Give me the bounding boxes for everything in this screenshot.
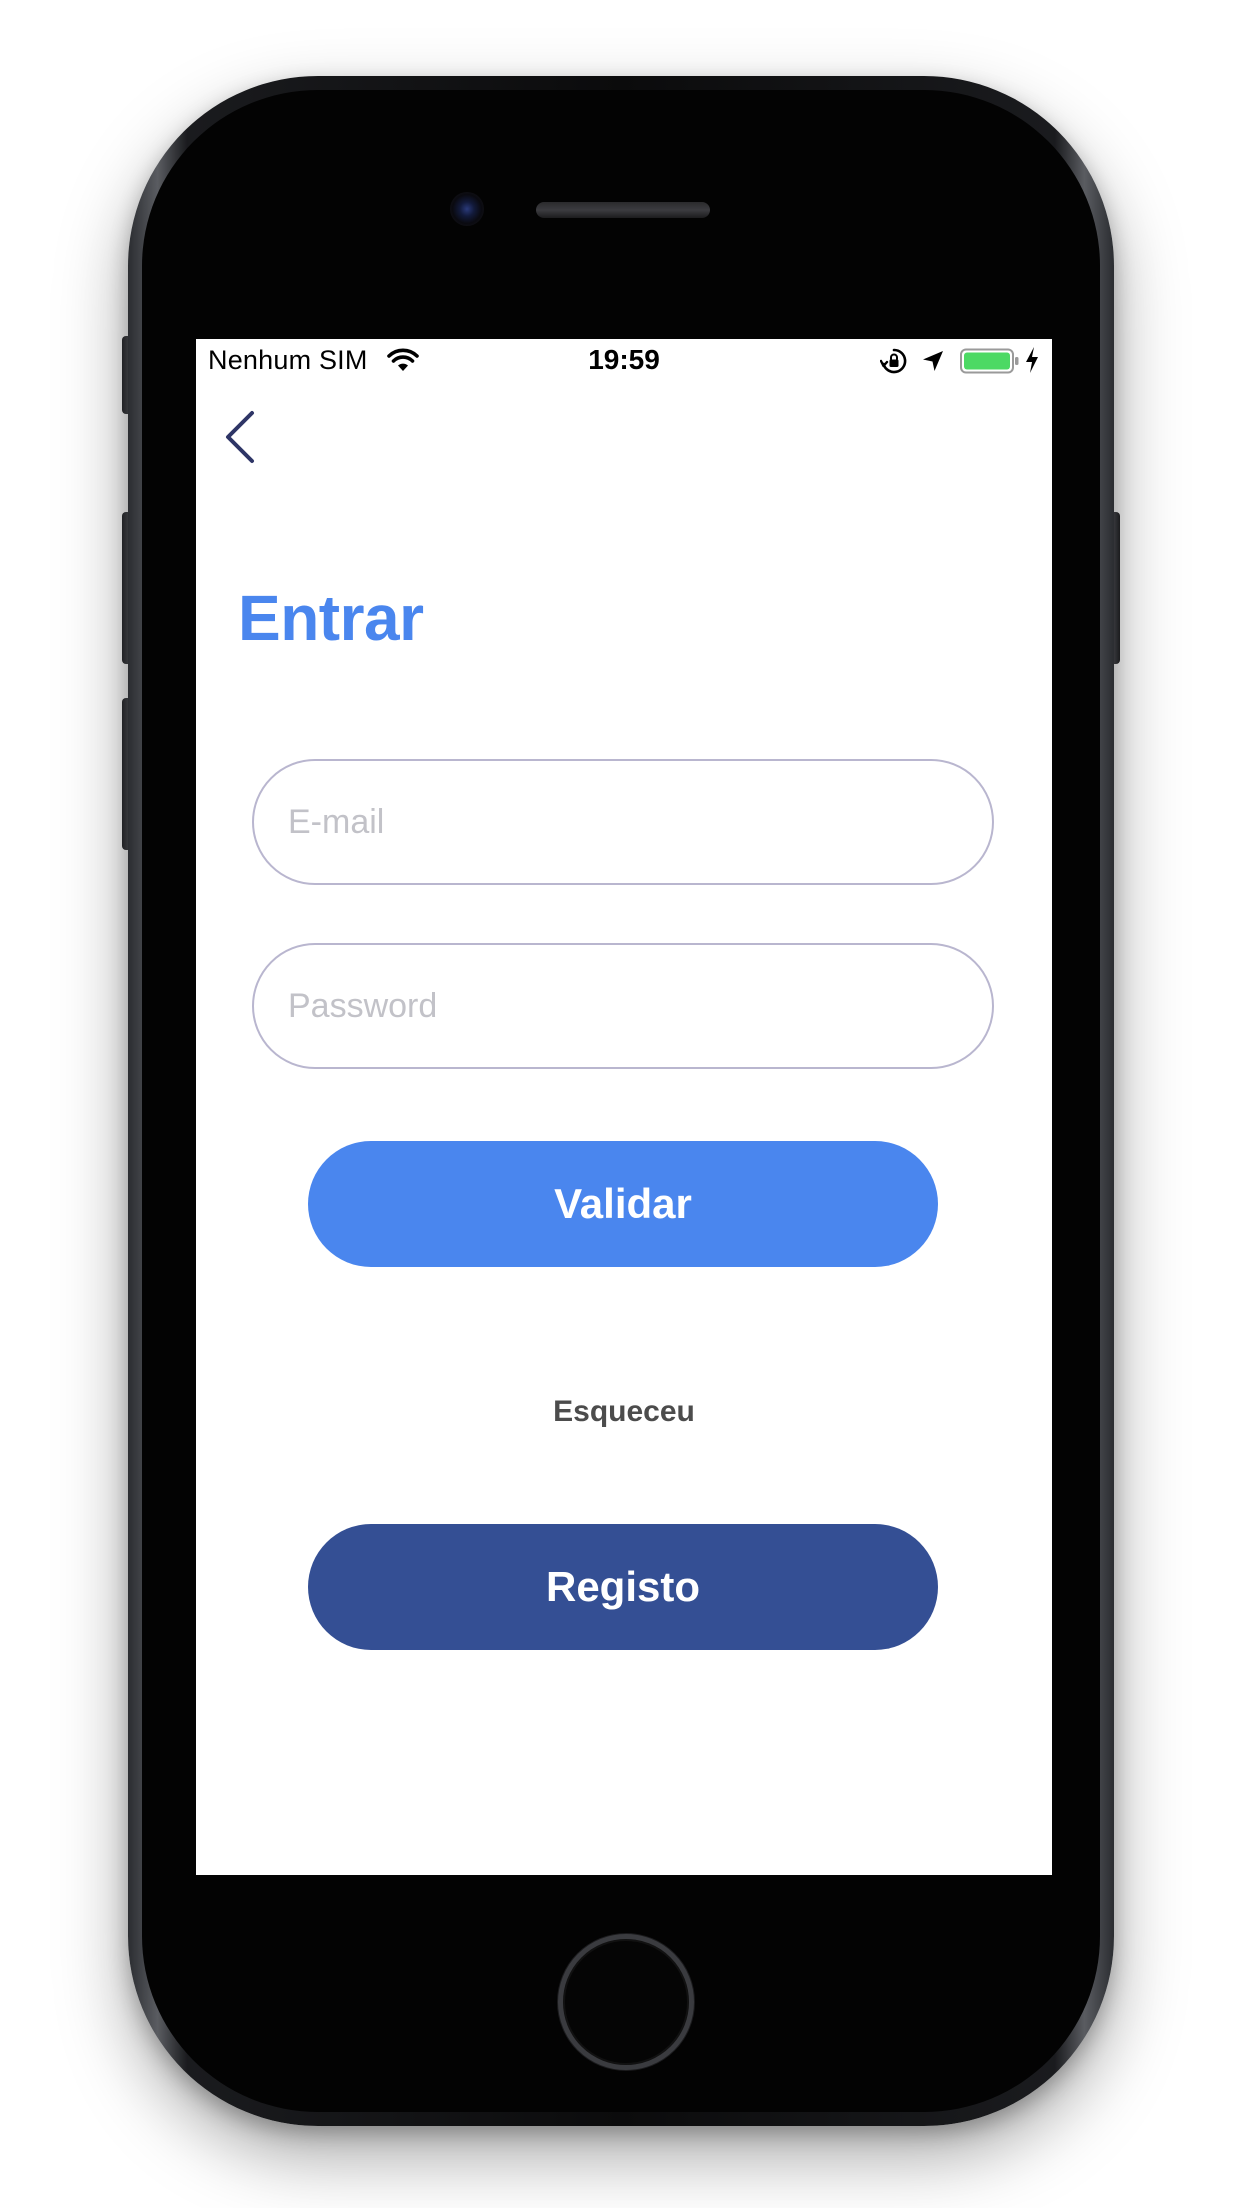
page-title: Entrar xyxy=(238,582,424,654)
device-mockup: Nenhum SIM 19:59 Entrar E-mail Validar E… xyxy=(0,0,1242,2208)
home-button[interactable] xyxy=(558,1934,694,2070)
rotation-lock-icon xyxy=(880,348,907,374)
chevron-left-icon xyxy=(226,411,254,463)
email-field[interactable] xyxy=(252,759,994,885)
app-screen: Nenhum SIM 19:59 Entrar E-mail Validar E… xyxy=(196,339,1052,1875)
location-icon xyxy=(923,351,943,371)
status-bar: Nenhum SIM 19:59 xyxy=(196,339,1052,381)
register-button[interactable]: Registo xyxy=(308,1524,938,1650)
password-input[interactable] xyxy=(254,945,992,1067)
back-button[interactable] xyxy=(218,407,268,467)
earpiece-speaker xyxy=(536,202,710,218)
battery-icon xyxy=(960,348,1019,374)
password-field[interactable] xyxy=(252,943,994,1069)
email-input[interactable] xyxy=(254,761,992,883)
front-camera xyxy=(450,192,484,226)
charging-icon xyxy=(1026,347,1038,373)
validate-button[interactable]: Validar xyxy=(308,1141,938,1267)
forgot-password-link[interactable]: Esqueceu xyxy=(196,1395,1052,1429)
